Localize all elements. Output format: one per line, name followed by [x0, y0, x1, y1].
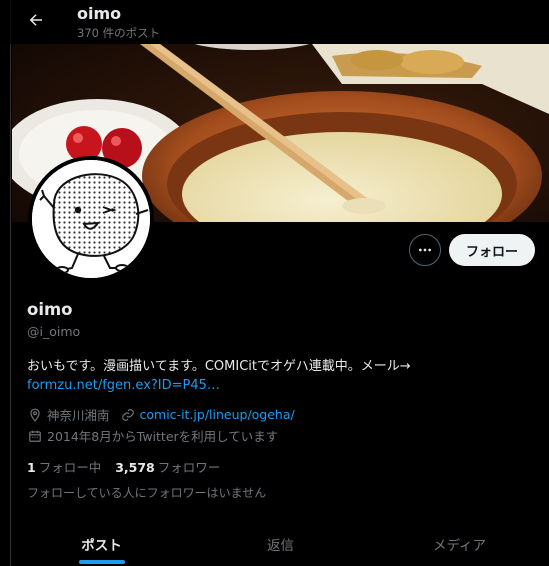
- display-name: oimo: [27, 300, 73, 319]
- tab-label: メディア: [432, 538, 487, 554]
- active-tab-indicator: [78, 560, 125, 564]
- avatar-illustration: [32, 160, 150, 278]
- header-title: oimo: [77, 4, 122, 23]
- user-handle: @i_oimo: [27, 324, 81, 339]
- followed-by-note: フォローしている人にフォロワーはいません: [27, 486, 267, 500]
- profile-tabs: ポスト 返信 メディア: [12, 520, 549, 566]
- profile-bio: おいもです。漫画描いてます。COMICitでオゲハ連載中。メール→ formzu…: [27, 357, 527, 395]
- tab-replies[interactable]: 返信: [191, 520, 370, 566]
- location-pin-icon: [27, 407, 43, 423]
- follow-button[interactable]: フォロー: [449, 234, 535, 266]
- followers-stat[interactable]: 3,578 フォロワー: [115, 457, 220, 476]
- following-label: フォロー中: [38, 460, 102, 475]
- location-text: 神奈川湘南: [47, 408, 110, 423]
- profile-meta-location-website: 神奈川湘南 comic-it.jp/lineup/ogeha/: [27, 405, 295, 424]
- followers-label: フォロワー: [157, 460, 221, 475]
- link-icon: [120, 407, 136, 423]
- website-link[interactable]: comic-it.jp/lineup/ogeha/: [140, 407, 295, 422]
- post-count: 370 件のポスト: [77, 26, 161, 40]
- profile-meta-joined: 2014年8月からTwitterを利用しています: [27, 426, 278, 445]
- arrow-left-icon: [29, 14, 42, 26]
- bio-link[interactable]: formzu.net/fgen.ex?ID=P45…: [27, 376, 527, 395]
- tab-media[interactable]: メディア: [370, 520, 549, 566]
- calendar-icon: [27, 428, 43, 444]
- tab-label: ポスト: [81, 538, 122, 554]
- tab-posts[interactable]: ポスト: [12, 520, 191, 566]
- back-button[interactable]: [22, 6, 50, 34]
- column-border: [10, 0, 11, 566]
- followers-count: 3,578: [115, 460, 155, 475]
- bio-text: おいもです。漫画描いてます。COMICitでオゲハ連載中。メール→: [27, 359, 411, 374]
- tab-label: 返信: [267, 538, 294, 554]
- joined-date: 2014年8月からTwitterを利用しています: [47, 429, 279, 444]
- more-options-button[interactable]: [409, 234, 441, 266]
- following-count: 1: [27, 460, 36, 475]
- following-stat[interactable]: 1 フォロー中: [27, 457, 101, 476]
- profile-avatar[interactable]: [28, 156, 154, 282]
- profile-header: oimo 370 件のポスト: [0, 0, 549, 44]
- follow-stats: 1 フォロー中 3,578 フォロワー: [27, 457, 234, 476]
- more-horizontal-icon: [419, 248, 431, 252]
